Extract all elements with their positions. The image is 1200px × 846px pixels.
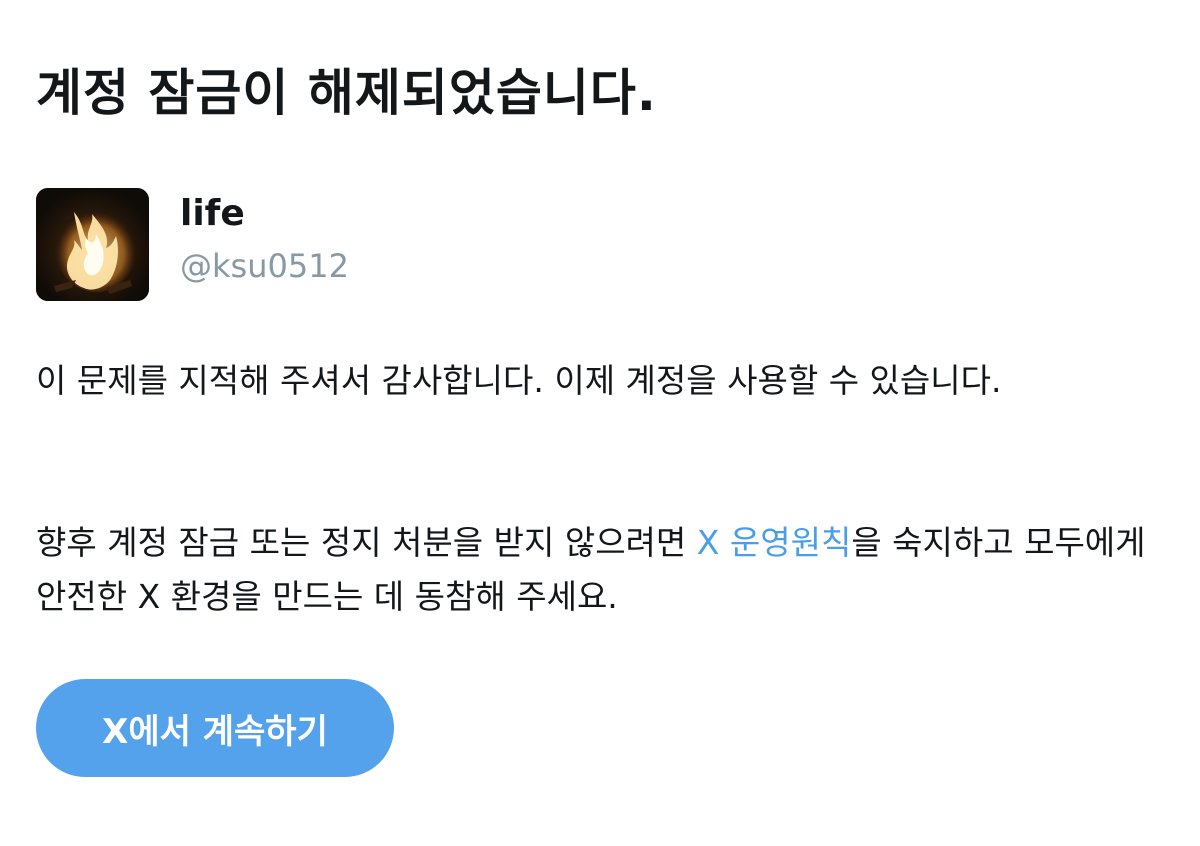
display-name: life bbox=[180, 193, 245, 234]
rules-link[interactable]: X 운영원칙 bbox=[697, 523, 852, 562]
page-title: 계정 잠금이 해제되었습니다. bbox=[36, 64, 657, 122]
avatar bbox=[36, 188, 149, 301]
policy-message: 향후 계정 잠금 또는 정지 처분을 받지 않으려면 X 운영원칙을 숙지하고 … bbox=[36, 516, 1166, 624]
continue-to-x-button[interactable]: X에서 계속하기 bbox=[36, 679, 394, 777]
username-handle: @ksu0512 bbox=[180, 247, 349, 285]
avatar-image bbox=[36, 188, 149, 301]
policy-message-text-start: 향후 계정 잠금 또는 정지 처분을 받지 않으려면 bbox=[36, 523, 697, 562]
thanks-message: 이 문제를 지적해 주셔서 감사합니다. 이제 계정을 사용할 수 있습니다. bbox=[36, 361, 1002, 400]
